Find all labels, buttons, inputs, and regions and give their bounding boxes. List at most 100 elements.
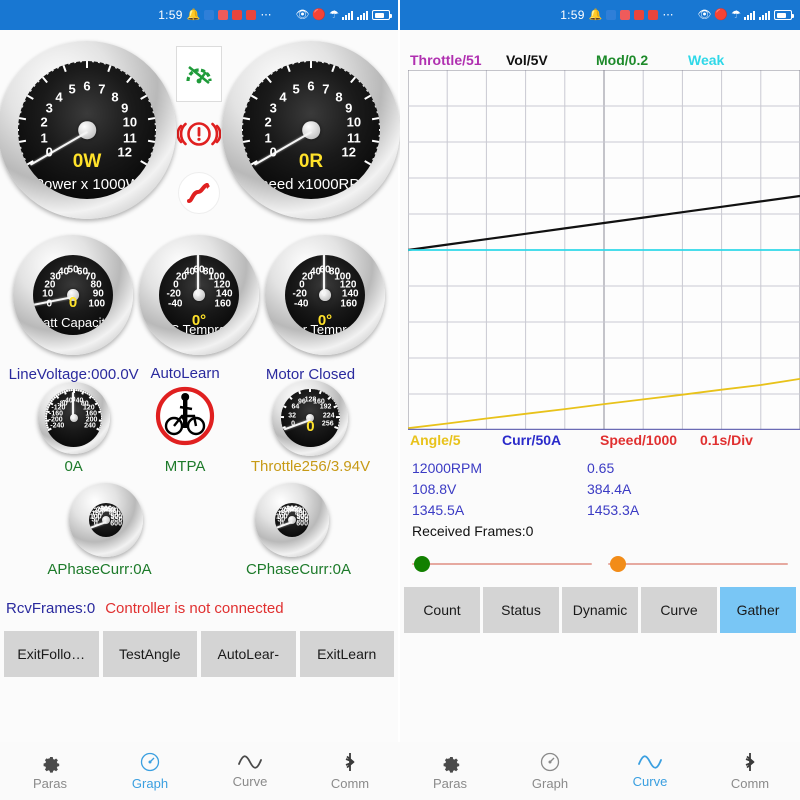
bluetooth-icon: 🔴 [714,10,728,21]
rcv-frames: RcvFrames:0 [6,600,95,617]
throttle-value: 0 [306,418,314,435]
status-bar-left: 1:59 🔔 ⋯ 👁 🔴 ☂ [0,0,398,30]
nav-item-graph[interactable]: Graph [500,751,600,791]
slider-one[interactable] [412,555,592,573]
legend-throttle: Throttle/51 [410,52,506,68]
qq-icon [218,10,228,20]
status-bar-right-group: 👁 🔴 ☂ [295,10,390,21]
legend-angle: Angle/5 [410,432,502,448]
readout-current-a: 1345.5A [412,502,587,518]
left-action-button-row: ExitFollo… TestAngle AutoLear- ExitLearn [0,631,398,677]
eye-icon: 👁 [295,10,309,21]
readout-row: 12000RPM 0.65 [412,460,790,476]
center-icon-column [176,30,222,230]
gear-icon [39,751,61,773]
slider-two[interactable] [608,555,788,573]
throttle-caption: Throttle256/3.94V [223,458,398,475]
nav-item-paras[interactable]: Paras [400,751,500,791]
mtpa-caption: MTPA [147,458,223,475]
nav-label-graph: Graph [132,776,168,791]
wrench-icon[interactable] [178,172,220,214]
nav-label-curve: Curve [633,774,668,789]
status-time: 1:59 [158,8,183,22]
autolearn-label: AutoLearn [147,366,223,383]
bluetooth-icon [740,751,760,773]
exit-learn-button[interactable]: ExitLearn [300,631,395,677]
gauge-icon [539,751,561,773]
brake-warning-icon[interactable] [177,117,221,156]
aphase-caption: APhaseCurr:0A [0,561,199,578]
slider-one-thumb[interactable] [414,556,430,572]
motor-temperature-gauge: 160140120100806040200-20-40 0° Motor Tem… [265,235,385,355]
nav-item-curve[interactable]: Curve [600,753,700,789]
gather-button[interactable]: Gather [720,587,796,633]
readout-voltage: 108.8V [412,481,587,497]
exit-follow-button[interactable]: ExitFollo… [4,631,99,677]
right-action-button-row: Count Status Dynamic Curve Gather [400,587,800,633]
app-icon [648,10,658,20]
dynamic-button[interactable]: Dynamic [562,587,638,633]
curve-plot[interactable] [408,70,800,430]
nav-label-comm: Comm [331,776,369,791]
app-icon [246,10,256,20]
bell-icon: 🔔 [187,10,201,21]
count-button[interactable]: Count [404,587,480,633]
slider-row [400,539,800,583]
chart-bottom-legend: Angle/5 Curr/50A Speed/1000 0.1s/Div [400,430,800,448]
readout-block: 12000RPM 0.65 108.8V 384.4A 1345.5A 1453… [400,448,800,539]
mos-caption: MOS Temprature [159,322,239,335]
mid-gauge-row: 1009080706050403020100 0 Batt Capacity 1… [0,230,398,360]
throttle-gauge: 25622419216012896643200 [272,380,348,456]
nav-item-comm[interactable]: Comm [700,751,800,791]
qq-icon [620,10,630,20]
status-bar-right-left-group: 1:59 🔔 ⋯ [560,8,673,22]
readout-current-c: 1453.3A [587,502,639,518]
batt-caption: Batt Capacity [34,315,111,330]
status-line: RcvFrames:0 Controller is not connected [0,600,398,617]
power-value: 0W [73,151,102,173]
status-button[interactable]: Status [483,587,559,633]
aphase-current-gauge: 600550500450400350300250200150100500 [69,483,143,557]
line-current-gauge: 24020016012080400-40-80-120-160-200-240 [38,382,110,454]
signal-1-icon [744,10,756,20]
nav-label-comm: Comm [731,776,769,791]
right-bottom-nav: Paras Graph Curve Comm [400,742,800,800]
mtpa-bicycle-icon[interactable] [154,385,216,452]
legend-vol: Vol/5V [506,52,596,68]
nav-item-graph[interactable]: Graph [100,751,200,791]
nav-item-comm[interactable]: Comm [300,751,400,791]
cphase-current-gauge: 600550500450400350300250200150100500 [255,483,329,557]
gear-icon [439,751,461,773]
nav-item-paras[interactable]: Paras [0,751,100,791]
chart-top-legend: Throttle/51 Vol/5V Mod/0.2 Weak [400,30,800,70]
readout-row: 1345.5A 1453.3A [412,502,790,518]
status-bar-left-group: 1:59 🔔 ⋯ [158,8,271,22]
legend-timebase: 0.1s/Div [700,432,753,448]
slider-two-track[interactable] [608,563,788,565]
batt-capacity-gauge: 1009080706050403020100 0 Batt Capacity [13,235,133,355]
globe-icon [606,10,616,20]
signal-2-icon [357,10,369,20]
curve-button[interactable]: Curve [641,587,717,633]
nav-label-curve: Curve [233,774,268,789]
battery-icon [372,10,390,20]
auto-learn-button[interactable]: AutoLear- [201,631,296,677]
readout-rpm: 12000RPM [412,460,587,476]
motor-caption: Motor Temprature [285,322,365,335]
test-angle-button[interactable]: TestAngle [103,631,198,677]
line-current-caption: 0A [0,458,147,475]
readout-mod: 0.65 [587,460,614,476]
speed-gauge: 1211109876543210 0R Speed x1000RPM [222,41,400,219]
speed-caption: Speed x1000RPM [250,176,372,193]
nav-item-curve[interactable]: Curve [200,753,300,789]
signal-1-icon [342,10,354,20]
batt-value: 0 [69,294,77,311]
speed-limit-icon[interactable] [176,46,222,102]
slider-two-thumb[interactable] [610,556,626,572]
power-gauge: 1211109876543210 0W Power x 1000W [0,41,176,219]
more-icon: ⋯ [260,10,271,21]
mail-icon [634,10,644,20]
slider-one-track[interactable] [412,563,592,565]
app-screen: 1:59 🔔 ⋯ 👁 🔴 ☂ 1211109876543210 [0,0,800,800]
received-frames: Received Frames:0 [412,523,790,539]
